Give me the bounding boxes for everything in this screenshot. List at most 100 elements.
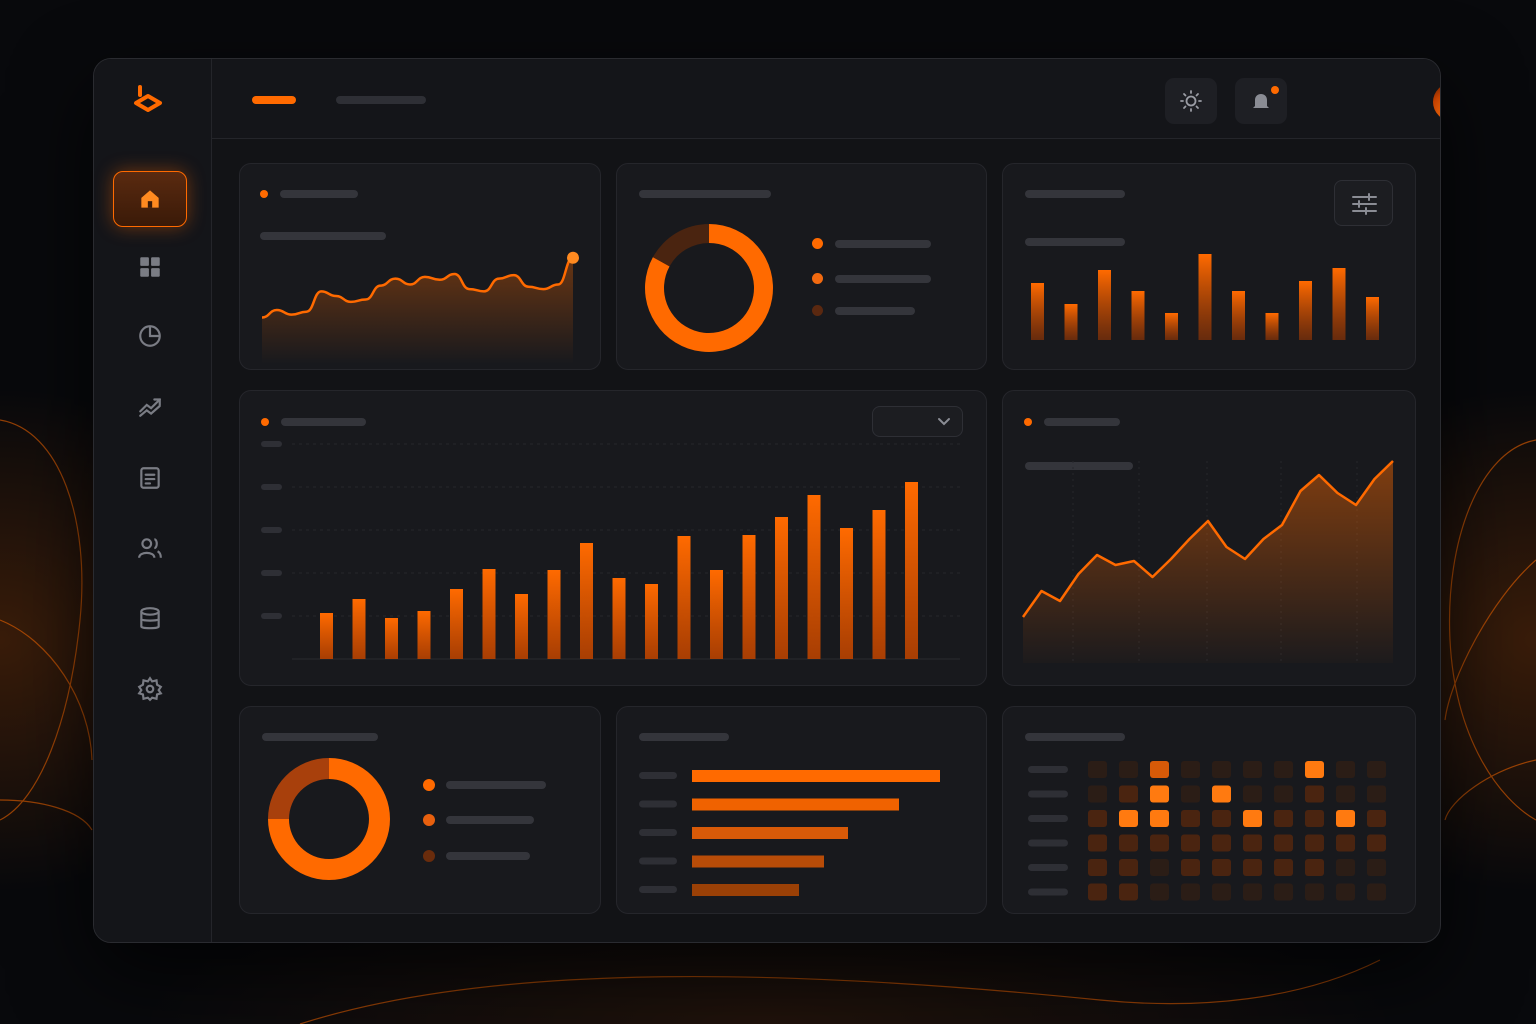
legend-dot: [423, 850, 435, 862]
heatmap-cell: [1305, 761, 1324, 778]
y-tick: [261, 484, 282, 490]
bar: [872, 510, 886, 659]
bar: [645, 584, 658, 659]
legend-dot: [423, 779, 435, 791]
notifications-button[interactable]: [1235, 78, 1287, 124]
legend-label-placeholder: [446, 816, 534, 824]
sidebar-item-documents[interactable]: [113, 450, 187, 506]
heatmap-cell: [1212, 883, 1231, 901]
hbar-label: [639, 886, 677, 893]
heatmap-cell: [1088, 883, 1107, 901]
heatmap-cell: [1305, 859, 1324, 876]
bar-chart-small: [1031, 254, 1379, 340]
heatmap-cell: [1150, 834, 1169, 852]
heatmap: [1028, 761, 1386, 901]
gear-icon: [137, 676, 163, 702]
heatmap-cell: [1367, 883, 1386, 901]
bar: [1299, 281, 1312, 340]
sidebar-item-home[interactable]: [113, 171, 187, 227]
heatmap-cell: [1336, 859, 1355, 876]
heatmap-row-label: [1028, 839, 1068, 847]
tab-secondary[interactable]: [336, 96, 426, 104]
heatmap-cell: [1119, 834, 1138, 852]
sidebar-item-grid[interactable]: [113, 239, 187, 295]
bar: [1332, 268, 1346, 340]
hbar: [692, 855, 824, 868]
heatmap-cell: [1088, 834, 1107, 852]
bar: [710, 570, 723, 659]
heatmap-cell: [1088, 810, 1107, 827]
heatmap-cell: [1274, 761, 1293, 778]
pie-chart-icon: [139, 325, 161, 347]
bell-icon: [1253, 94, 1269, 110]
trend-icon: [139, 398, 161, 417]
sidebar: [94, 59, 212, 942]
hexagon-logo[interactable]: [128, 81, 168, 125]
legend-label-placeholder: [446, 781, 546, 789]
hbar: [692, 827, 848, 839]
heatmap-cell: [1243, 859, 1262, 876]
heatmap-row-label: [1028, 766, 1068, 773]
bar: [450, 589, 463, 659]
bar: [1131, 291, 1145, 340]
sidebar-item-database[interactable]: [113, 591, 187, 647]
heatmap-cell: [1336, 761, 1355, 778]
y-tick: [261, 613, 282, 619]
hbar: [692, 770, 940, 782]
heatmap-cell: [1367, 859, 1386, 876]
legend-dot: [423, 814, 435, 826]
hbar-label: [639, 772, 677, 779]
card-donut-2: [239, 706, 601, 914]
bar: [385, 618, 398, 659]
heatmap-cell: [1119, 883, 1138, 901]
heatmap-cell: [1181, 859, 1200, 876]
home-icon: [141, 190, 159, 208]
heatmap-cell: [1212, 761, 1231, 778]
bar: [1198, 254, 1212, 340]
heatmap-cell: [1274, 785, 1293, 803]
heatmap-cell: [1181, 810, 1200, 827]
heatmap-cell: [1212, 859, 1231, 876]
heatmap-cell: [1367, 761, 1386, 778]
theme-toggle-button[interactable]: [1165, 78, 1217, 124]
bar: [352, 599, 366, 659]
heatmap-row-label: [1028, 815, 1068, 822]
legend-label-placeholder: [446, 852, 530, 860]
sidebar-item-users[interactable]: [113, 520, 187, 576]
area-chart: [1021, 460, 1394, 663]
bar: [515, 594, 528, 659]
avatar[interactable]: [1433, 83, 1440, 121]
heatmap-cell: [1367, 810, 1386, 827]
card-area: [1002, 390, 1416, 686]
notification-badge: [1271, 86, 1279, 94]
heatmap-cell: [1212, 785, 1231, 803]
heatmap-cell: [1305, 834, 1324, 852]
bar: [547, 570, 561, 659]
y-tick: [261, 441, 282, 447]
tab-active[interactable]: [252, 96, 296, 104]
bar: [742, 535, 756, 659]
heatmap-cell: [1150, 859, 1169, 876]
sun-icon: [1180, 90, 1202, 112]
bar: [1165, 313, 1178, 340]
bar: [840, 528, 853, 659]
bar: [320, 613, 333, 659]
heatmap-cell: [1274, 859, 1293, 876]
heatmap-cell: [1305, 785, 1324, 803]
top-bar: [212, 59, 1440, 139]
sidebar-item-settings[interactable]: [113, 661, 187, 717]
heatmap-cell: [1181, 834, 1200, 852]
heatmap-cell: [1150, 883, 1169, 901]
heatmap-cell: [1150, 761, 1169, 778]
sidebar-item-analytics[interactable]: [113, 308, 187, 364]
bar: [1265, 313, 1279, 340]
bar: [807, 495, 821, 659]
line-chart: [261, 251, 579, 364]
legend-label-placeholder: [835, 307, 915, 315]
heatmap-cell: [1212, 810, 1231, 827]
hbar-label: [639, 829, 677, 836]
legend-label-placeholder: [835, 240, 931, 248]
card-heatmap: [1002, 706, 1416, 914]
card-donut: [616, 163, 987, 370]
sidebar-item-trends[interactable]: [113, 378, 187, 434]
